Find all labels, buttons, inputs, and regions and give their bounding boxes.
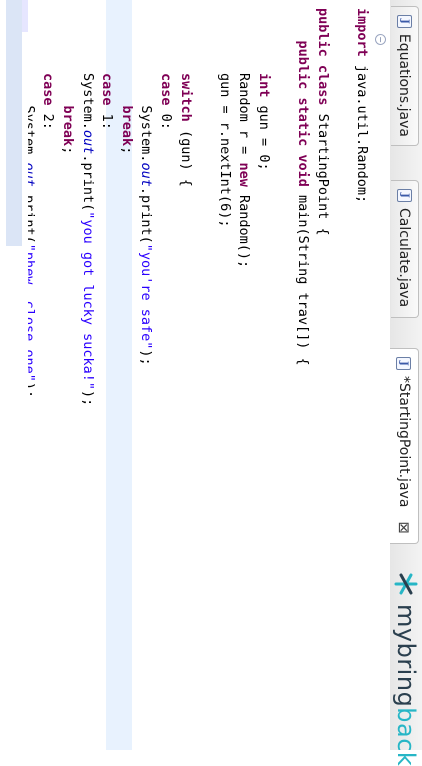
code-token: out bbox=[138, 162, 155, 187]
code-token: java.util.Random; bbox=[354, 56, 370, 204]
code-token: 0: bbox=[158, 105, 174, 130]
code-token: new bbox=[236, 162, 253, 187]
fold-toggle-icon[interactable]: − bbox=[375, 34, 386, 45]
editor-window: J Equations.java J Calculate.java J *Sta… bbox=[0, 0, 422, 766]
close-tab-icon[interactable]: ⊠ bbox=[395, 521, 413, 534]
code-token: gun = 0; bbox=[256, 97, 272, 171]
code-token: case bbox=[158, 73, 174, 106]
code-token: 1: bbox=[99, 105, 116, 130]
code-token: out bbox=[79, 129, 96, 155]
code-token: import bbox=[354, 8, 370, 57]
code-token: gun = r.nextInt(6); bbox=[216, 8, 233, 228]
code-line: System.out.print("you got lucky sucka!")… bbox=[78, 8, 98, 406]
java-file-icon: J bbox=[397, 15, 412, 28]
code-line: break; bbox=[117, 8, 137, 155]
code-token: StartingPoint { bbox=[314, 105, 331, 236]
code-token: ); bbox=[138, 349, 155, 366]
tab-label: Calculate.java bbox=[396, 208, 413, 308]
code-token: case bbox=[99, 73, 116, 106]
code-line: case 2: bbox=[38, 8, 58, 130]
code-token: int bbox=[256, 73, 272, 98]
code-token: .print( bbox=[79, 154, 96, 212]
code-token: .print( bbox=[138, 186, 155, 244]
code-token: "you're safe" bbox=[138, 243, 155, 350]
tab-startingpoint[interactable]: J *StartingPoint.java ⊠ bbox=[390, 348, 419, 544]
code-token: main(String trav[]) { bbox=[295, 186, 312, 366]
code-editor[interactable]: − import java.util.Random; public class S… bbox=[0, 0, 390, 750]
ruler-marker bbox=[22, 0, 28, 32]
tab-label: Equations.java bbox=[396, 33, 413, 137]
code-line: System.out.print("you're safe"); bbox=[136, 8, 156, 366]
watermark-text-2: back bbox=[392, 707, 420, 766]
code-line: case 1: bbox=[97, 8, 117, 130]
code-token: case bbox=[40, 73, 57, 106]
code-token: ; bbox=[60, 146, 76, 155]
code-token: 2: bbox=[40, 105, 57, 130]
ruler-selection bbox=[6, 0, 22, 246]
code-token: public bbox=[314, 8, 331, 57]
code-line: public static void main(String trav[]) { bbox=[293, 8, 313, 366]
code-token: System. bbox=[79, 8, 96, 130]
overview-ruler bbox=[0, 0, 28, 750]
code-token: static bbox=[295, 97, 312, 147]
editor-gutter bbox=[370, 0, 390, 750]
code-token: public bbox=[295, 40, 312, 90]
code-token: class bbox=[314, 64, 331, 106]
code-line: switch (gun) { bbox=[176, 8, 196, 187]
mybringback-watermark: mybring back bbox=[392, 570, 420, 766]
watermark-text-1: mybring bbox=[392, 604, 420, 708]
code-line: gun = r.nextInt(6); bbox=[215, 8, 235, 227]
tab-label: *StartingPoint.java bbox=[396, 376, 412, 508]
code-line: int gun = 0; bbox=[254, 8, 274, 171]
code-token: break bbox=[118, 105, 135, 147]
code-token: System. bbox=[138, 8, 155, 163]
code-token: Random(); bbox=[236, 186, 253, 269]
code-line: Random r = new Random(); bbox=[234, 8, 254, 268]
code-line: case 0: bbox=[156, 8, 176, 130]
code-token: void bbox=[295, 154, 312, 187]
tab-calculate[interactable]: J Calculate.java bbox=[391, 180, 419, 318]
java-file-icon: J bbox=[396, 357, 412, 370]
code-token: ); bbox=[79, 390, 96, 407]
code-line: import java.util.Random; bbox=[352, 8, 372, 203]
code-token: Random r = bbox=[236, 8, 253, 163]
mybringback-logo-icon bbox=[394, 573, 418, 595]
code-token: "you got lucky sucka!" bbox=[79, 211, 96, 391]
code-token: switch bbox=[177, 73, 194, 122]
code-token: break bbox=[60, 105, 76, 147]
code-token: ; bbox=[118, 146, 135, 155]
code-line: break; bbox=[58, 8, 78, 155]
code-token: (gun) { bbox=[177, 121, 194, 187]
code-line: public class StartingPoint { bbox=[313, 8, 333, 236]
tab-equations[interactable]: J Equations.java bbox=[391, 6, 419, 146]
java-file-icon: J bbox=[397, 189, 412, 202]
